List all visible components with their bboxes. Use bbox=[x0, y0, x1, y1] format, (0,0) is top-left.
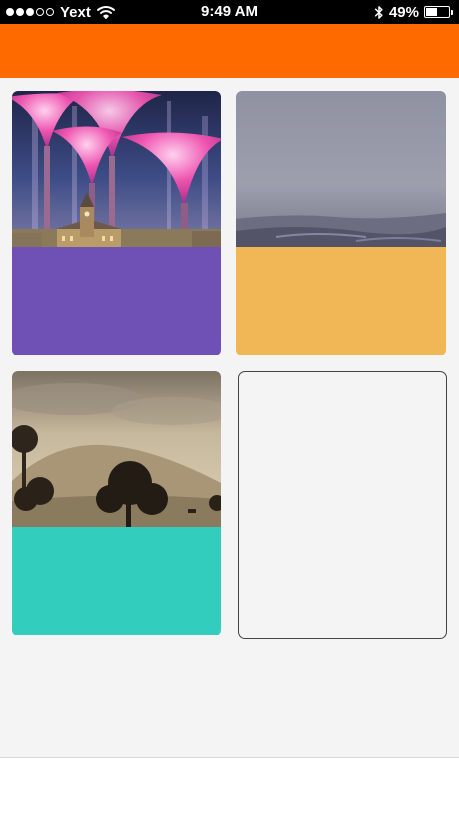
app-header bbox=[0, 24, 459, 78]
foggy-sea-photo bbox=[236, 91, 446, 247]
app-screen: Yext 9:49 AM 49% bbox=[0, 0, 459, 817]
card-footer bbox=[12, 527, 221, 635]
content-card[interactable] bbox=[12, 371, 221, 636]
battery-percent: 49% bbox=[388, 3, 419, 21]
card-image bbox=[12, 371, 221, 527]
battery-tip bbox=[451, 9, 453, 15]
battery-body bbox=[424, 6, 450, 18]
canopy-photo bbox=[12, 91, 221, 247]
content-card[interactable] bbox=[12, 91, 221, 356]
battery-icon bbox=[424, 6, 453, 18]
bottom-bar bbox=[0, 757, 459, 817]
empty-card-placeholder[interactable] bbox=[238, 371, 447, 639]
content-card[interactable] bbox=[236, 91, 446, 356]
card-footer bbox=[12, 247, 221, 355]
bluetooth-icon bbox=[374, 5, 383, 19]
status-bar-right: 49% bbox=[374, 0, 453, 24]
card-image bbox=[236, 91, 446, 247]
card-footer bbox=[236, 247, 446, 355]
hill-landscape-photo bbox=[12, 371, 221, 527]
status-bar: Yext 9:49 AM 49% bbox=[0, 0, 459, 24]
card-image bbox=[12, 91, 221, 247]
battery-level-fill bbox=[426, 8, 437, 16]
